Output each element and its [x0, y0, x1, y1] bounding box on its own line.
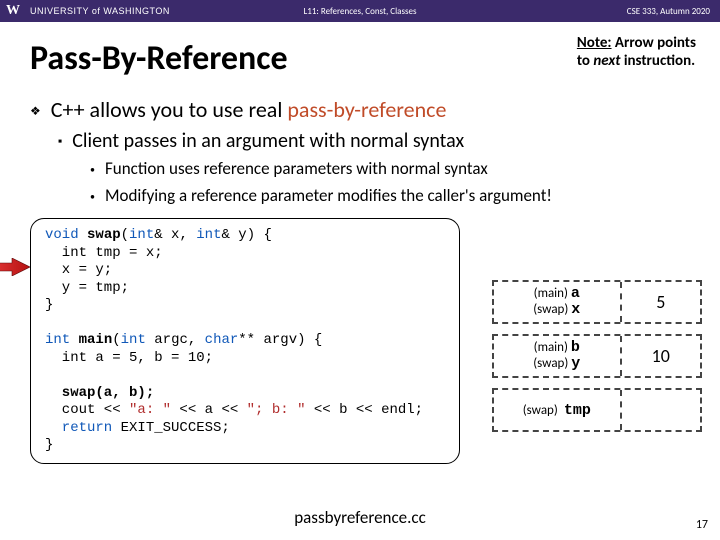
- diamond-icon: ❖: [30, 105, 41, 123]
- table-row: (swap) tmp: [492, 388, 702, 432]
- dot-icon: •: [90, 164, 95, 179]
- lecture-title: L11: References, Const, Classes: [304, 6, 417, 17]
- table-row: (main) b (swap) y 10: [492, 334, 702, 378]
- mem-value: 5: [622, 282, 700, 322]
- mem-label: (swap) tmp: [494, 390, 622, 430]
- instruction-arrow-icon: [0, 258, 30, 276]
- code-block: void swap(int& x, int& y) { int tmp = x;…: [30, 218, 460, 464]
- university-name: UNIVERSITY of WASHINGTON: [30, 6, 170, 16]
- mem-label: (main) a (swap) x: [494, 282, 622, 322]
- memory-table: (main) a (swap) x 5 (main) b (swap) y 10…: [492, 280, 702, 442]
- note-underline: Note:: [577, 34, 612, 52]
- table-row: (main) a (swap) x 5: [492, 280, 702, 324]
- mem-value: 10: [622, 336, 700, 376]
- mem-value: [622, 390, 700, 430]
- page-number: 17: [696, 518, 708, 532]
- bullet-level1: ❖ C++ allows you to use real pass-by-ref…: [30, 97, 690, 123]
- note-box: Note: Arrow points to next instruction.: [577, 34, 696, 70]
- dot-icon: •: [90, 191, 95, 206]
- content-area: ❖ C++ allows you to use real pass-by-ref…: [30, 97, 690, 206]
- course-term: CSE 333, Autumn 2020: [627, 6, 710, 17]
- uw-logo: W: [0, 0, 26, 22]
- bullet-level3: • Function uses reference parameters wit…: [90, 159, 690, 179]
- filename-label: passbyreference.cc: [294, 507, 426, 528]
- mem-label: (main) b (swap) y: [494, 336, 622, 376]
- bullet-level2: ▪ Client passes in an argument with norm…: [58, 129, 690, 153]
- header-bar: W UNIVERSITY of WASHINGTON L11: Referenc…: [0, 0, 720, 22]
- bullet-level3: • Modifying a reference parameter modifi…: [90, 186, 690, 206]
- square-icon: ▪: [58, 135, 62, 153]
